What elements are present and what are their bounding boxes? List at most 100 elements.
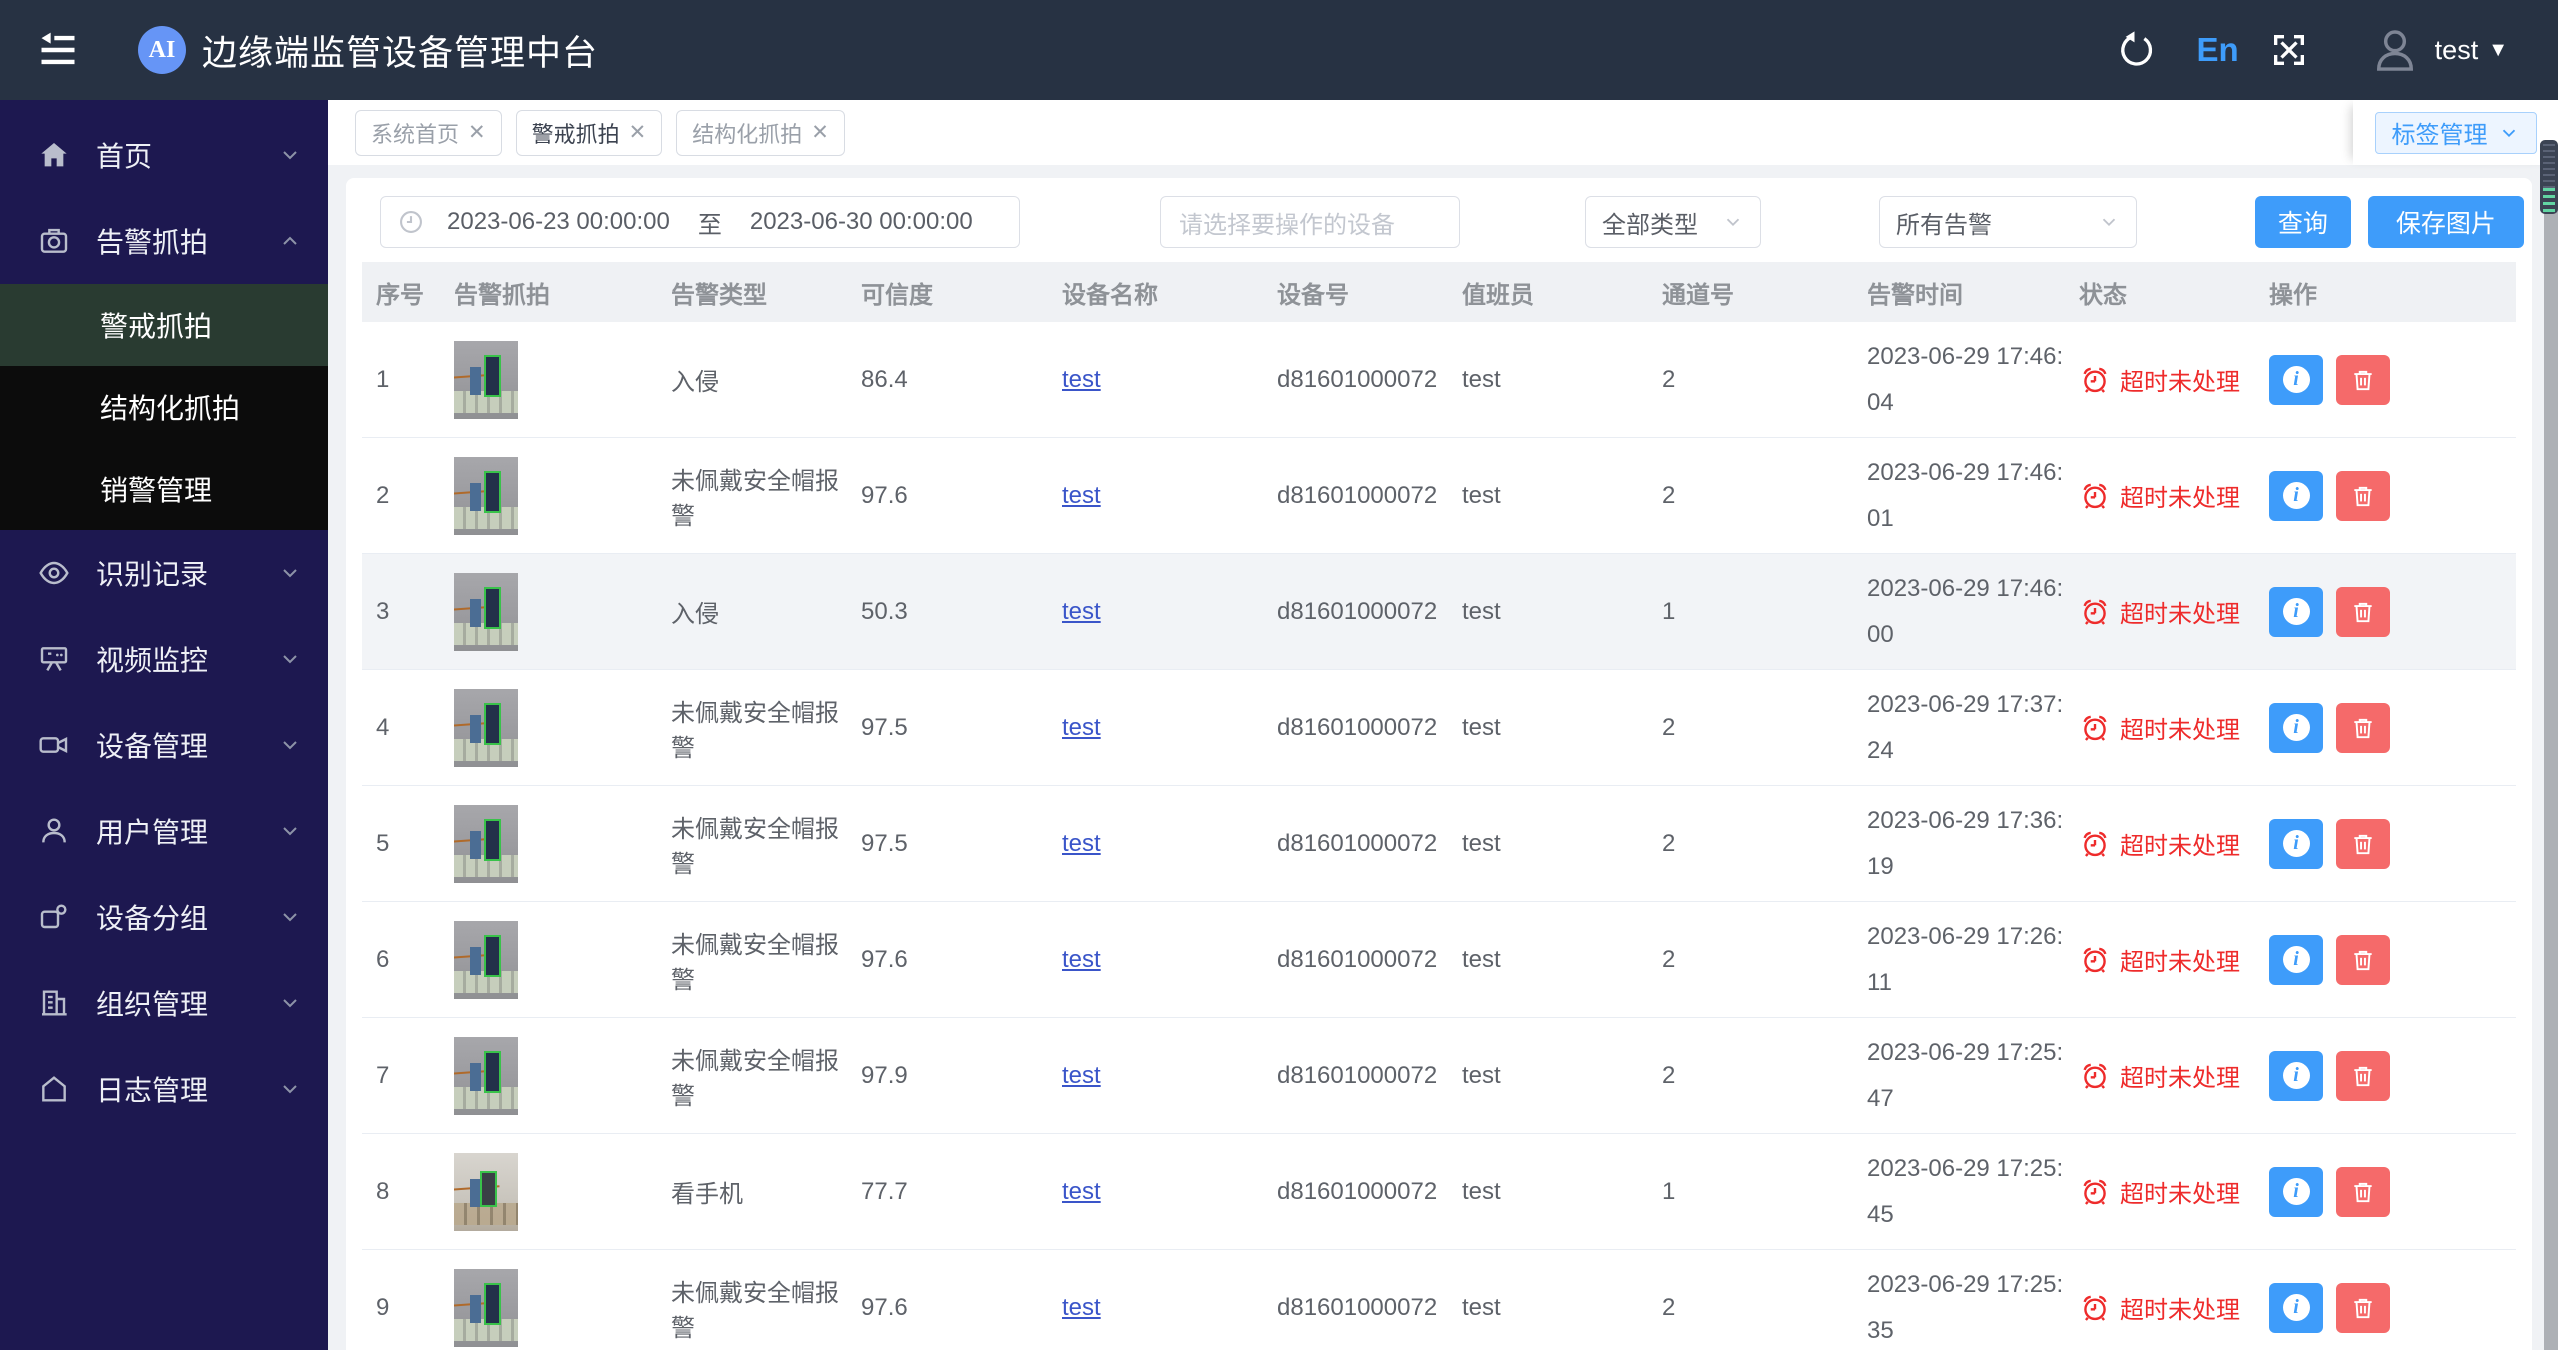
cell-status: 超时未处理	[2065, 362, 2255, 397]
table-row: 8 看手机 77.7 test d81601000072 test 1 2023…	[362, 1134, 2516, 1250]
alarm-snapshot-image[interactable]	[454, 1036, 518, 1115]
date-start-value[interactable]: 2023-06-23 00:00:00	[447, 208, 670, 236]
detail-button[interactable]: i	[2269, 586, 2323, 637]
device-name-link[interactable]: test	[1062, 1294, 1101, 1321]
alarm-snapshot-image[interactable]	[454, 920, 518, 999]
alarm-snapshot-image[interactable]	[454, 1152, 518, 1231]
cell-channel: 2	[1662, 713, 1676, 741]
cell-alarm-time: 2023-06-29 17:46:00	[1867, 574, 2064, 648]
tag-manage-button[interactable]: 标签管理	[2374, 111, 2537, 154]
device-name-link[interactable]: test	[1062, 714, 1101, 741]
cell-device-no: d81601000072	[1277, 713, 1438, 741]
alarm-snapshot-image[interactable]	[454, 572, 518, 651]
delete-button[interactable]	[2336, 1166, 2390, 1217]
detail-button[interactable]: i	[2269, 470, 2323, 521]
cell-confidence: 97.6	[861, 945, 908, 973]
detail-button[interactable]: i	[2269, 934, 2323, 985]
top-header: AI 边缘端监管设备管理中台 En test ▼	[0, 0, 2558, 100]
sidebar-item-alarm-capture[interactable]: 告警抓拍	[0, 198, 328, 284]
tab[interactable]: 结构化抓拍 ✕	[676, 109, 845, 156]
detail-button[interactable]: i	[2269, 1282, 2323, 1333]
device-name-link[interactable]: test	[1062, 598, 1101, 625]
sidebar-subitem-label: 警戒抓拍	[100, 311, 213, 342]
chevron-down-icon	[278, 561, 302, 585]
fullscreen-icon[interactable]	[2269, 30, 2309, 70]
device-name-link[interactable]: test	[1062, 946, 1101, 973]
status-label: 超时未处理	[2120, 1297, 2240, 1324]
delete-button[interactable]	[2336, 354, 2390, 405]
date-end-value[interactable]: 2023-06-30 00:00:00	[750, 208, 973, 236]
delete-button[interactable]	[2336, 586, 2390, 637]
cell-operator: test	[1462, 713, 1501, 741]
alarm-snapshot-image[interactable]	[454, 688, 518, 767]
chevron-down-icon	[278, 819, 302, 843]
refresh-icon[interactable]	[2117, 30, 2157, 70]
sidebar-item-device-group[interactable]: 设备分组	[0, 874, 328, 960]
delete-button[interactable]	[2336, 470, 2390, 521]
sidebar-collapse-icon[interactable]	[36, 28, 80, 72]
chevron-down-icon	[278, 1077, 302, 1101]
scrollbar-thumb[interactable]	[2540, 140, 2558, 214]
sidebar-item-org-manage[interactable]: 组织管理	[0, 960, 328, 1046]
sidebar-item-recognition[interactable]: 识别记录	[0, 530, 328, 616]
type-select[interactable]: 全部类型	[1585, 196, 1761, 248]
date-range-picker[interactable]: 2023-06-23 00:00:00 至 2023-06-30 00:00:0…	[380, 196, 1020, 248]
cell-actions: i	[2255, 818, 2512, 869]
tab-close-icon[interactable]: ✕	[811, 120, 829, 145]
tab-close-icon[interactable]: ✕	[629, 120, 647, 145]
device-name-link[interactable]: test	[1062, 366, 1101, 393]
detail-button[interactable]: i	[2269, 702, 2323, 753]
alarm-select[interactable]: 所有告警	[1879, 196, 2137, 248]
delete-button[interactable]	[2336, 818, 2390, 869]
tab[interactable]: 系统首页 ✕	[355, 109, 502, 156]
sidebar-item-home[interactable]: 首页	[0, 112, 328, 198]
sidebar-item-label: 首页	[96, 141, 153, 172]
sidebar-submenu: 警戒抓拍 结构化抓拍 销警管理	[0, 284, 328, 530]
save-image-button[interactable]: 保存图片	[2367, 196, 2524, 248]
sidebar-item-icon	[38, 557, 70, 589]
sidebar-subitem-structured-capture[interactable]: 结构化抓拍	[0, 366, 328, 448]
device-name-link[interactable]: test	[1062, 1062, 1101, 1089]
detail-button[interactable]: i	[2269, 354, 2323, 405]
alarm-snapshot-image[interactable]	[454, 456, 518, 535]
sidebar-subitem-alert-capture[interactable]: 警戒抓拍	[0, 284, 328, 366]
tab[interactable]: 警戒抓拍 ✕	[515, 109, 663, 156]
device-name-link[interactable]: test	[1062, 482, 1101, 509]
alarm-clock-icon	[2079, 712, 2111, 744]
scrollbar-track[interactable]	[2544, 160, 2558, 1350]
delete-button[interactable]	[2336, 1050, 2390, 1101]
cell-status: 超时未处理	[2065, 1174, 2255, 1209]
user-avatar-icon[interactable]	[2369, 24, 2421, 76]
sidebar-subitem-alarm-clear[interactable]: 销警管理	[0, 448, 328, 530]
status-badge: 超时未处理	[2079, 826, 2255, 861]
alarm-snapshot-image[interactable]	[454, 340, 518, 419]
sidebar-item-log-manage[interactable]: 日志管理	[0, 1046, 328, 1132]
detail-button[interactable]: i	[2269, 1050, 2323, 1101]
delete-button[interactable]	[2336, 702, 2390, 753]
device-name-link[interactable]: test	[1062, 830, 1101, 857]
status-label: 超时未处理	[2120, 1065, 2240, 1092]
detail-button[interactable]: i	[2269, 818, 2323, 869]
user-name[interactable]: test	[2435, 35, 2479, 66]
device-name-link[interactable]: test	[1062, 1178, 1101, 1205]
query-button[interactable]: 查询	[2255, 196, 2351, 248]
user-menu-caret-icon[interactable]: ▼	[2488, 39, 2508, 62]
sidebar-item-icon	[38, 987, 70, 1019]
sidebar-item-label: 用户管理	[96, 817, 209, 848]
sidebar-item-video-monitor[interactable]: 视频监控	[0, 616, 328, 702]
device-select-input[interactable]: 请选择要操作的设备	[1160, 196, 1460, 248]
cell-device-no: d81601000072	[1277, 945, 1438, 973]
alarm-clock-icon	[2079, 1176, 2111, 1208]
delete-button[interactable]	[2336, 1282, 2390, 1333]
tab-label: 结构化抓拍	[692, 121, 803, 147]
sidebar-item-label: 日志管理	[96, 1075, 209, 1106]
language-toggle[interactable]: En	[2197, 31, 2239, 69]
detail-button[interactable]: i	[2269, 1166, 2323, 1217]
delete-button[interactable]	[2336, 934, 2390, 985]
sidebar-item-user-manage[interactable]: 用户管理	[0, 788, 328, 874]
tab-close-icon[interactable]: ✕	[468, 120, 486, 145]
sidebar-item-label: 告警抓拍	[96, 227, 209, 258]
alarm-snapshot-image[interactable]	[454, 1268, 518, 1347]
alarm-snapshot-image[interactable]	[454, 804, 518, 883]
sidebar-item-device-manage[interactable]: 设备管理	[0, 702, 328, 788]
